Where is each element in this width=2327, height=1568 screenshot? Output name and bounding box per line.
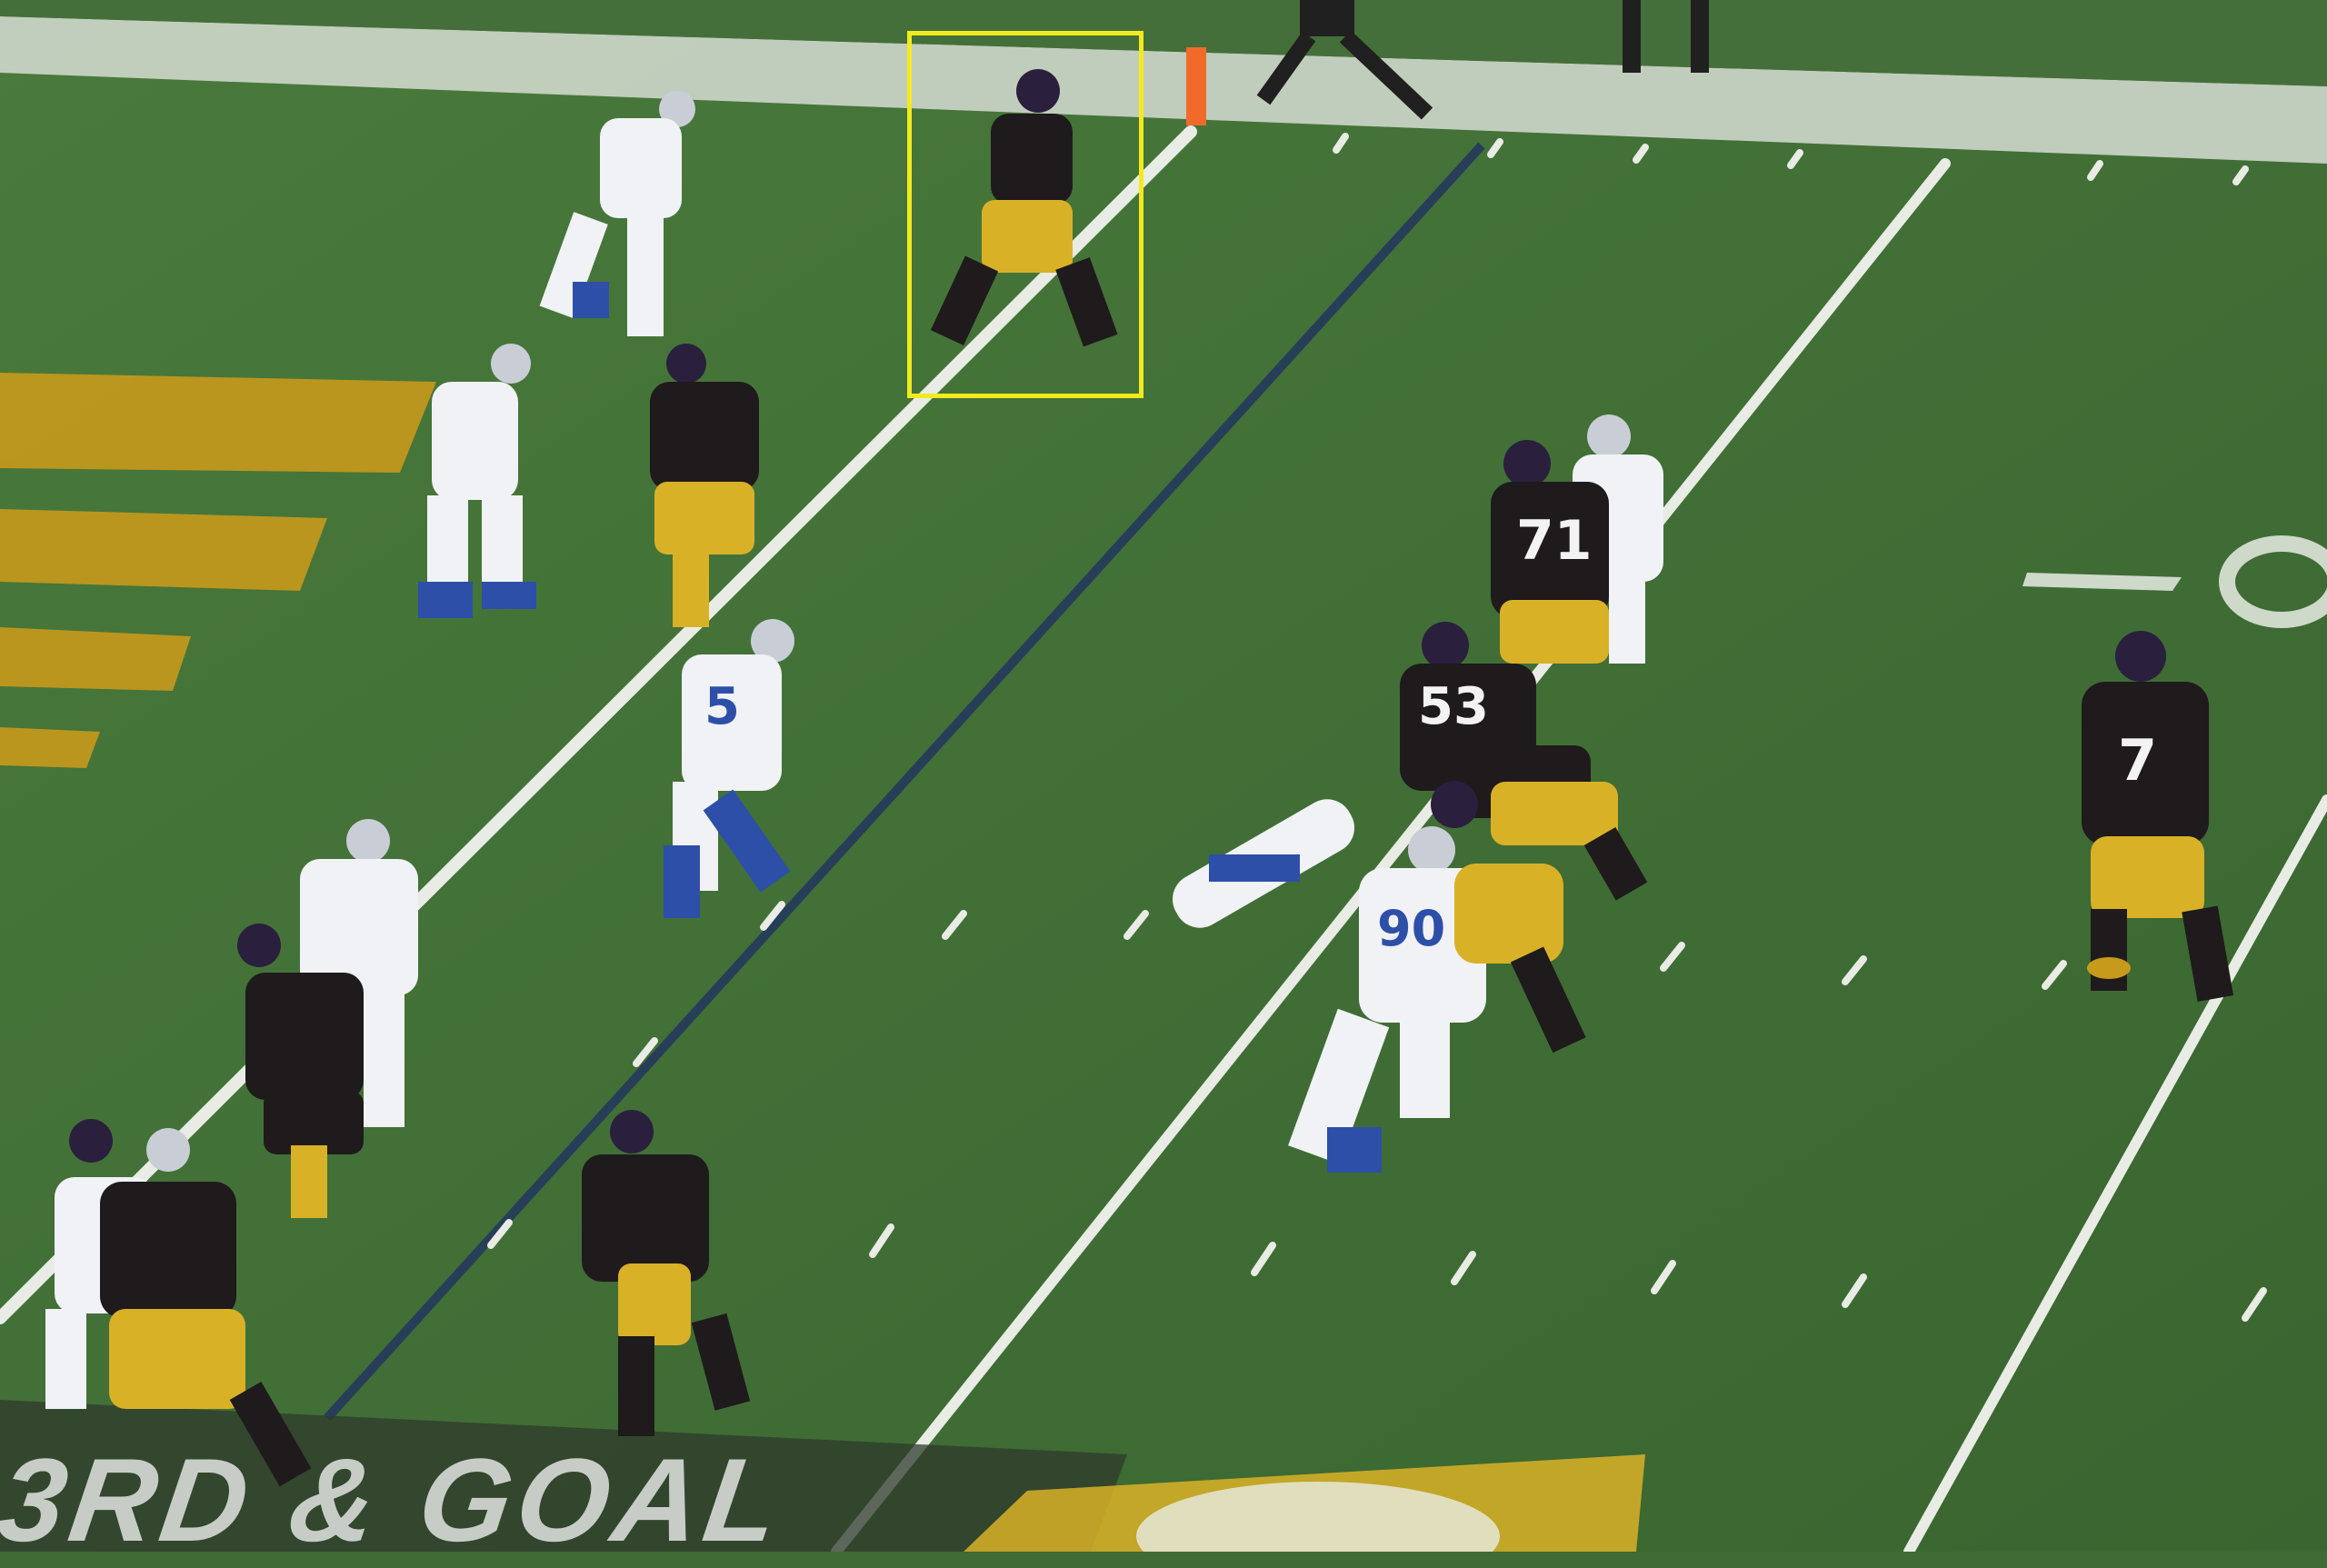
down-and-distance-text: 3RD & GOAL <box>0 1433 793 1566</box>
jersey-number: 7 <box>2118 727 2158 794</box>
highlight-box <box>907 31 1144 398</box>
pylon <box>1186 47 1206 125</box>
jersey-number: 71 <box>1516 509 1593 573</box>
jersey-number: 5 <box>704 677 740 736</box>
jersey-number: 53 <box>1418 677 1489 736</box>
turf <box>0 0 2327 1552</box>
football-field-scene <box>0 0 2327 1552</box>
jersey-number: 90 <box>1377 900 1446 957</box>
